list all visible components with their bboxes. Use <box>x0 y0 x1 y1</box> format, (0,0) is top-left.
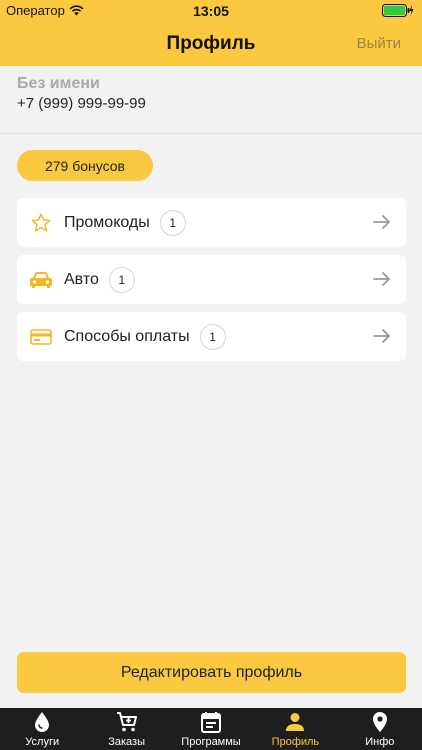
arrow-right-icon <box>372 269 392 294</box>
tab-label: Услуги <box>25 736 60 748</box>
count-badge: 1 <box>199 323 226 350</box>
bonus-badge[interactable]: 279 бонусов <box>17 150 153 181</box>
menu-item-promocodes[interactable]: Промокоды 1 <box>17 198 406 247</box>
header: Оператор 13:05 Профиль Выйти <box>0 0 422 66</box>
tab-profile[interactable]: Профиль <box>253 708 337 750</box>
location-pin-icon <box>372 710 388 734</box>
menu-item-label: Промокоды <box>64 213 150 231</box>
drop-icon <box>34 710 50 734</box>
person-icon <box>285 710 305 734</box>
menu-item-payment-methods[interactable]: Способы оплаты 1 <box>17 312 406 361</box>
clock-label: 13:05 <box>193 3 229 19</box>
menu-item-auto[interactable]: Авто 1 <box>17 255 406 304</box>
user-name: Без имени <box>17 75 100 92</box>
edit-profile-button[interactable]: Редактировать профиль <box>17 652 406 693</box>
logout-button[interactable]: Выйти <box>357 35 401 52</box>
card-icon <box>27 323 55 351</box>
calendar-icon <box>201 710 222 734</box>
user-info: Без имени +7 (999) 999-99-99 <box>0 66 422 134</box>
count-badge: 1 <box>108 266 135 293</box>
menu-item-label: Авто <box>64 270 99 288</box>
tab-services[interactable]: Услуги <box>0 708 84 750</box>
tab-label: Инфо <box>365 736 395 748</box>
tab-bar: Услуги Заказы Программы Профиль Инфо <box>0 708 422 750</box>
tab-label: Программы <box>181 736 241 748</box>
arrow-right-icon <box>372 326 392 351</box>
user-phone: +7 (999) 999-99-99 <box>17 95 146 112</box>
tab-label: Профиль <box>271 736 320 748</box>
tab-info[interactable]: Инфо <box>338 708 422 750</box>
arrow-right-icon <box>372 212 392 237</box>
tab-programs[interactable]: Программы <box>169 708 253 750</box>
battery-icon <box>382 4 414 20</box>
count-badge: 1 <box>159 209 186 236</box>
tab-label: Заказы <box>108 736 145 748</box>
star-icon <box>27 209 55 237</box>
menu-item-label: Способы оплаты <box>64 327 190 345</box>
tab-orders[interactable]: Заказы <box>84 708 168 750</box>
car-icon <box>27 266 55 294</box>
status-bar: Оператор 13:05 <box>0 0 422 22</box>
cart-icon <box>116 710 138 734</box>
